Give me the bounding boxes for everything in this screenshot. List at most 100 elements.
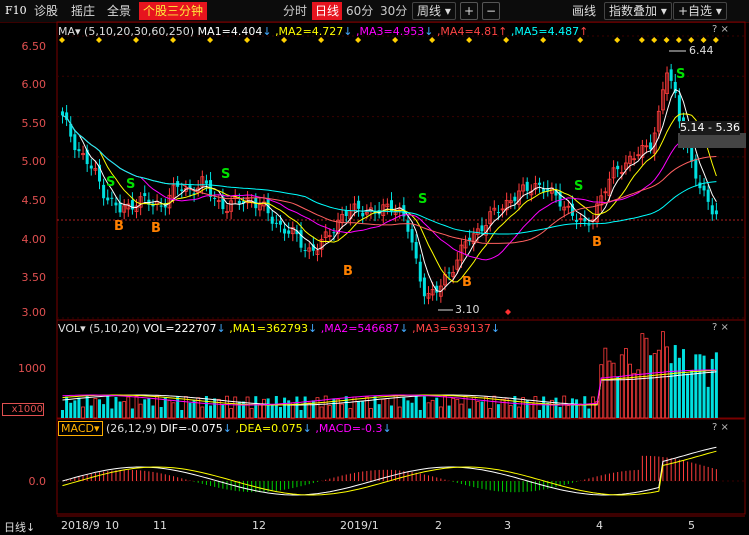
- candle-body: [114, 202, 118, 206]
- volume-bar: [422, 396, 426, 418]
- vol-indicator-line: VOL▾ (5,10,20) VOL=222707↓ ,MA1=362793↓ …: [58, 322, 500, 336]
- volume-bar: [468, 408, 472, 418]
- candle-body: [538, 182, 542, 185]
- candle-body: [61, 111, 64, 116]
- volume-bar: [599, 364, 604, 419]
- volume-bar: [390, 405, 393, 418]
- buy-signal-icon: B: [462, 275, 472, 290]
- macd-selector[interactable]: MACD▾: [58, 421, 103, 436]
- volume-bar: [694, 354, 698, 418]
- candle-body: [344, 210, 348, 216]
- volume-bar: [628, 363, 632, 419]
- candle-body: [669, 69, 673, 81]
- volume-bar: [225, 395, 229, 419]
- main-panel-frame: [56, 21, 746, 321]
- date-label: 12: [252, 519, 266, 532]
- ma4-value: ,MA4=4.81: [436, 25, 499, 38]
- volume-bar: [673, 345, 677, 418]
- volume-bar: [397, 406, 402, 419]
- volume-bar: [632, 372, 637, 419]
- ma3-value: ,MA3=4.953: [356, 25, 425, 38]
- volume-bar: [159, 407, 163, 418]
- volume-bar: [138, 403, 143, 419]
- volume-bar: [558, 406, 562, 418]
- volume-bar: [529, 402, 534, 419]
- sell-signal-icon: S: [676, 67, 685, 82]
- period-selector[interactable]: 日线↓: [4, 519, 35, 535]
- volume-bar: [508, 405, 513, 419]
- kline-chart[interactable]: S SSSSSB BBBB: [0, 0, 749, 534]
- candle-body: [706, 189, 710, 202]
- volume-bar: [402, 397, 406, 418]
- macd-params: (26,12,9): [106, 422, 157, 435]
- volume-bar: [570, 398, 574, 418]
- vol-params: (5,10,20): [89, 322, 140, 335]
- volume-bar: [361, 401, 365, 418]
- candle-body: [180, 189, 184, 191]
- volume-bar: [393, 395, 398, 419]
- macd-panel-controls: ? ×: [712, 422, 729, 433]
- volume-bar: [484, 396, 488, 419]
- volume-bar: [180, 409, 184, 418]
- volume-bar: [77, 397, 81, 418]
- y-tick-label: 5.50: [21, 117, 47, 130]
- volume-bar: [426, 402, 431, 419]
- help-icon[interactable]: ?: [712, 24, 717, 35]
- candle-body: [575, 219, 579, 222]
- down-arrow-icon: ↓: [307, 322, 318, 335]
- candle-body: [677, 95, 681, 122]
- candle-body: [406, 220, 410, 232]
- volume-bar: [69, 402, 73, 418]
- date-label: 4: [596, 519, 603, 532]
- ma-selector[interactable]: MA▾: [58, 25, 81, 38]
- candle-body: [237, 200, 241, 204]
- volume-bar: [209, 405, 213, 418]
- candle-body: [118, 202, 122, 213]
- volume-bar: [213, 398, 217, 418]
- volume-bar: [710, 358, 714, 418]
- volume-bar: [381, 398, 386, 419]
- volume-bar: [616, 376, 620, 418]
- volume-bar: [81, 406, 85, 419]
- volume-bar: [188, 402, 192, 418]
- y-tick-label: 6.50: [21, 40, 47, 53]
- close-icon[interactable]: ×: [721, 24, 729, 35]
- volume-bar: [459, 403, 464, 419]
- volume-bar: [176, 396, 180, 418]
- help-icon[interactable]: ?: [712, 422, 717, 433]
- volume-bar: [418, 409, 422, 418]
- candle-body: [299, 230, 303, 248]
- low-price-label: 3.10: [455, 303, 480, 316]
- volume-bar: [554, 397, 558, 418]
- candle-body: [102, 184, 106, 199]
- macd-value: ,MACD=-0.3: [315, 422, 383, 435]
- buy-signal-icon: B: [343, 264, 353, 279]
- candle-body: [496, 212, 500, 214]
- close-icon[interactable]: ×: [721, 422, 729, 433]
- close-icon[interactable]: ×: [721, 322, 729, 333]
- down-arrow-icon: ↓: [262, 25, 272, 38]
- down-arrow-icon: ↓: [424, 25, 434, 38]
- vol-selector[interactable]: VOL▾: [58, 322, 86, 335]
- volume-bar: [134, 395, 139, 419]
- volume-bar: [583, 396, 587, 418]
- volume-bar: [171, 402, 176, 419]
- ma-line-20: [62, 114, 717, 261]
- macd-signal-line: [62, 450, 717, 496]
- y-tick-label: 3.00: [21, 306, 47, 319]
- volume-bar: [575, 399, 579, 418]
- volume-bar: [143, 399, 147, 418]
- down-arrow-icon: ↓: [399, 322, 409, 335]
- volume-bar: [93, 398, 98, 419]
- help-icon[interactable]: ?: [712, 322, 717, 333]
- volume-bar: [496, 404, 500, 418]
- candle-body: [270, 216, 274, 224]
- candle-body: [77, 149, 81, 152]
- volume-bar: [443, 395, 447, 419]
- down-arrow-icon: ↓: [216, 322, 226, 335]
- period-label: 日线: [4, 521, 26, 534]
- vol-ma1-value: ,MA1=362793: [229, 322, 308, 335]
- y-tick-label: 3.50: [21, 271, 47, 284]
- candle-body: [649, 142, 653, 150]
- ma1-value: MA1=4.404: [197, 25, 263, 38]
